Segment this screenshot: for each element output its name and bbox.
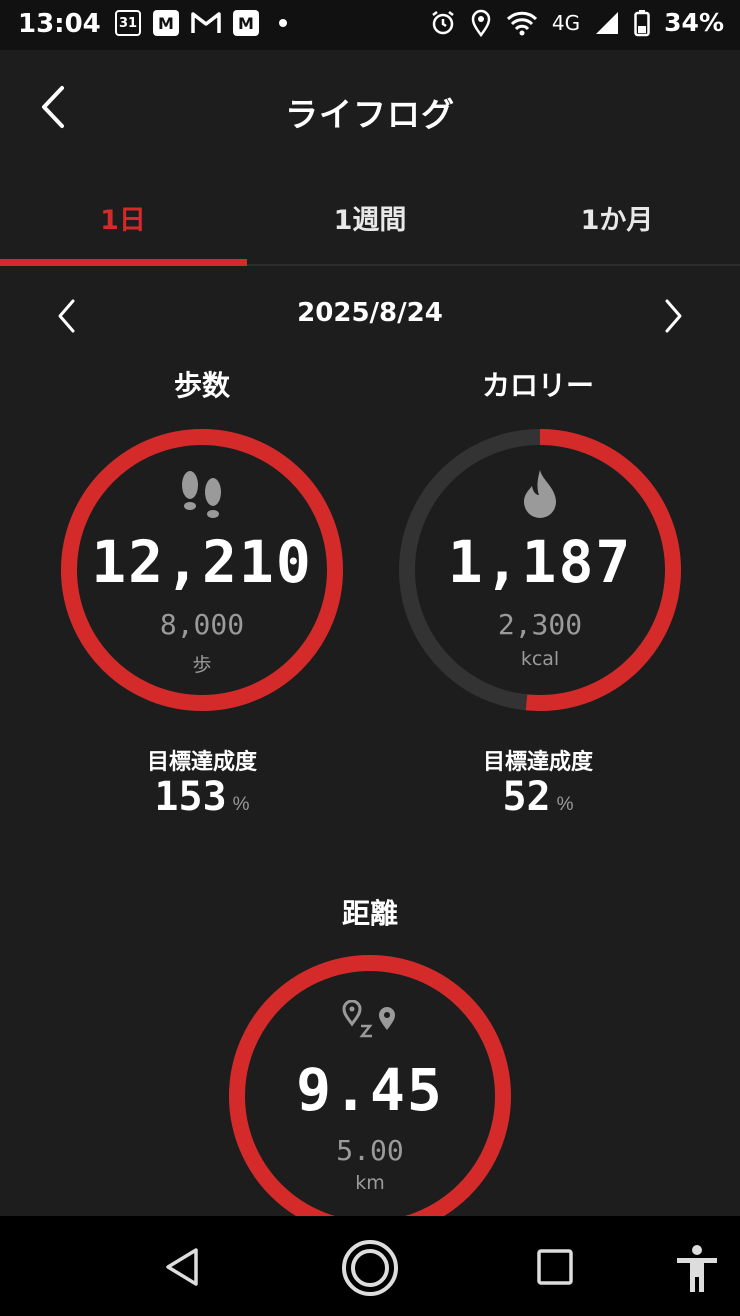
next-date-icon[interactable] [658, 296, 688, 336]
distance-label: 距離 [220, 892, 520, 932]
distance-ring[interactable]: 9.45 5.00 km [224, 950, 516, 1216]
signal-icon [596, 11, 619, 34]
distance-value: 9.45 [296, 1056, 444, 1124]
distance-goal: 5.00 [336, 1134, 404, 1167]
location-icon [471, 9, 491, 37]
steps-label: 歩数 [52, 364, 352, 404]
accessibility-icon[interactable] [674, 1244, 720, 1294]
page-title: ライフログ [285, 95, 455, 134]
percent-sign: % [232, 794, 250, 815]
calories-title: カロリー [481, 369, 594, 402]
steps-achievement: 153% [52, 774, 352, 820]
status-bar: 13:04 31 M M 4G 34% [0, 0, 740, 50]
tab-week[interactable]: 1週間 [247, 170, 493, 264]
distance-unit: km [355, 1172, 385, 1194]
percent-sign-2: % [556, 794, 574, 815]
tab-month[interactable]: 1か月 [494, 170, 740, 264]
calories-achievement-value: 52 [502, 774, 551, 820]
distance-title: 距離 [341, 897, 398, 930]
calories-achievement: 52% [388, 774, 688, 820]
steps-value: 12,210 [91, 528, 313, 596]
battery-percent: 34% [664, 8, 724, 37]
steps-title: 歩数 [173, 369, 230, 402]
calories-unit: kcal [520, 648, 560, 670]
system-navigation-bar [0, 1216, 740, 1316]
active-tab-indicator [0, 259, 247, 266]
route-icon [342, 1000, 395, 1038]
steps-goal: 8,000 [159, 608, 245, 641]
notification-dot-icon [279, 19, 287, 27]
footsteps-icon [182, 471, 221, 518]
nav-back-icon[interactable] [162, 1246, 202, 1288]
date-navigator: 2025/8/24 [0, 290, 740, 340]
flame-icon [524, 470, 556, 518]
calories-ring[interactable]: 1,187 2,300 kcal [394, 424, 686, 716]
gmail-icon [191, 12, 221, 33]
app-bar: ライフログ [0, 50, 740, 170]
calories-goal: 2,300 [497, 608, 583, 641]
nav-recents-icon[interactable] [536, 1248, 574, 1286]
calendar-icon: 31 [115, 10, 141, 36]
mail-m-icon: M [153, 10, 179, 36]
steps-unit: 歩 [192, 654, 212, 676]
steps-achievement-label: 目標達成度 [146, 750, 257, 775]
calories-achievement-label: 目標達成度 [482, 750, 593, 775]
calories-value: 1,187 [447, 528, 633, 596]
distance-ring-clip: 9.45 5.00 km [0, 940, 740, 1216]
period-tabs: 1日 1週間 1か月 [0, 170, 740, 266]
battery-icon [634, 9, 650, 36]
network-type: 4G [551, 10, 581, 35]
calories-label: カロリー [388, 364, 688, 404]
nav-home-icon[interactable] [340, 1238, 400, 1298]
alarm-icon [432, 10, 454, 34]
steps-achievement-value: 153 [154, 774, 227, 820]
steps-ring[interactable]: 12,210 8,000 歩 [56, 424, 348, 716]
tab-day[interactable]: 1日 [0, 170, 246, 264]
mail-m-icon-2: M [233, 10, 259, 36]
wifi-icon [506, 11, 537, 35]
current-date: 2025/8/24 [297, 298, 443, 328]
status-time: 13:04 [18, 9, 101, 39]
